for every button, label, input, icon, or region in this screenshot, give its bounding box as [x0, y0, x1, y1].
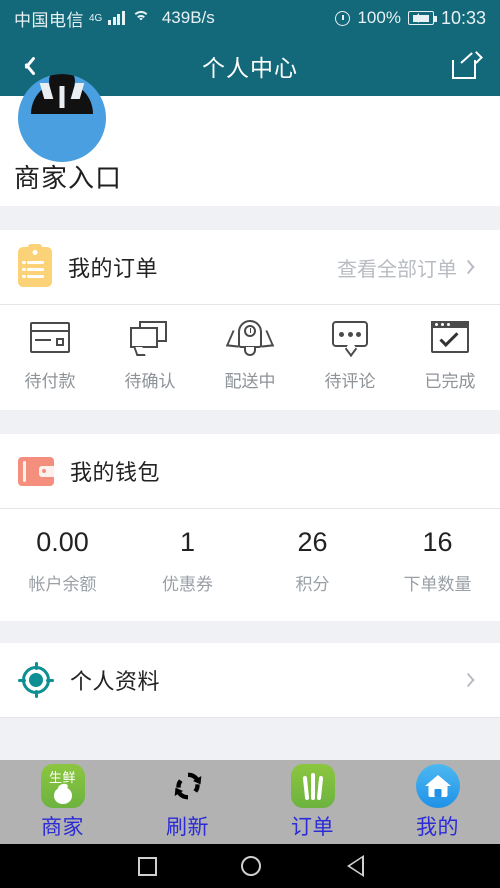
home-icon — [416, 764, 460, 808]
app-screen: 中国电信 4G 439B/s 100% 10:33 个人中心 — [0, 0, 500, 888]
view-all-orders-button[interactable]: 查看全部订单 — [337, 253, 482, 282]
personal-info-row[interactable]: 个人资料 — [0, 643, 500, 717]
personal-info-card: 个人资料 — [0, 643, 500, 718]
carrier-label: 中国电信 — [14, 6, 84, 31]
section-gap — [0, 621, 500, 643]
order-status-label: 待确认 — [125, 367, 176, 392]
tab-merchant[interactable]: 生鲜 商家 — [0, 764, 125, 841]
stat-label: 积分 — [296, 570, 330, 595]
recents-square-icon[interactable] — [138, 857, 157, 876]
order-status-strip: 待付款 待确认 配送中 待评论 — [0, 305, 500, 410]
tab-orders[interactable]: 订单 — [250, 764, 375, 841]
battery-icon — [408, 11, 434, 25]
fresh-produce-badge-text: 生鲜 — [41, 767, 85, 786]
chat-bubbles-icon — [127, 319, 173, 357]
order-status-delivering[interactable]: 配送中 — [200, 319, 300, 392]
tab-label: 商家 — [41, 811, 84, 841]
avatar[interactable] — [18, 74, 106, 162]
stat-label: 下单数量 — [404, 570, 472, 595]
divider — [0, 717, 500, 718]
personal-info-label: 个人资料 — [70, 664, 160, 696]
window-check-icon — [427, 319, 473, 357]
orders-card: 我的订单 查看全部订单 待付款 待确认 — [0, 230, 500, 410]
share-icon[interactable] — [452, 53, 482, 79]
my-orders-row[interactable]: 我的订单 查看全部订单 — [0, 230, 500, 304]
personal-info-chevron[interactable] — [471, 671, 482, 689]
section-gap — [0, 410, 500, 434]
stat-coupons[interactable]: 1 优惠券 — [125, 527, 250, 595]
chevron-right-icon — [471, 671, 482, 689]
tab-mine[interactable]: 我的 — [375, 764, 500, 841]
wallet-icon — [18, 457, 54, 486]
stat-order-count[interactable]: 16 下单数量 — [375, 527, 500, 595]
stat-points[interactable]: 26 积分 — [250, 527, 375, 595]
order-status-unpaid[interactable]: 待付款 — [0, 319, 100, 392]
network-type-label: 4G — [89, 13, 102, 24]
tab-refresh[interactable]: 刷新 — [125, 764, 250, 841]
signal-bars-icon — [108, 11, 125, 25]
order-status-completed[interactable]: 已完成 — [400, 319, 500, 392]
stat-label: 优惠券 — [162, 570, 213, 595]
order-status-uncommented[interactable]: 待评论 — [300, 319, 400, 392]
stat-label: 帐户余额 — [29, 570, 97, 595]
stat-value: 26 — [297, 527, 327, 558]
battery-percent-label: 100% — [357, 8, 400, 28]
avatar-tie — [60, 86, 65, 108]
fresh-produce-icon: 生鲜 — [41, 764, 85, 808]
wifi-icon — [132, 11, 150, 25]
clipboard-icon — [18, 247, 52, 287]
my-wallet-row[interactable]: 我的钱包 — [0, 434, 500, 508]
stat-value: 1 — [180, 527, 195, 558]
status-bar: 中国电信 4G 439B/s 100% 10:33 — [0, 0, 500, 36]
my-wallet-label: 我的钱包 — [70, 455, 160, 487]
stat-account-balance[interactable]: 0.00 帐户余额 — [0, 527, 125, 595]
order-status-label: 配送中 — [225, 367, 276, 392]
order-status-label: 待评论 — [325, 367, 376, 392]
comment-dots-icon — [327, 319, 373, 357]
network-speed-label: 439B/s — [162, 8, 215, 28]
order-chives-icon — [291, 764, 335, 808]
profile-name: 商家入口 — [14, 158, 122, 195]
status-bar-right: 100% 10:33 — [335, 8, 486, 29]
section-gap — [0, 206, 500, 230]
order-status-unconfirmed[interactable]: 待确认 — [100, 319, 200, 392]
tab-label: 我的 — [416, 811, 459, 841]
tab-label: 订单 — [291, 811, 334, 841]
my-orders-label: 我的订单 — [68, 251, 158, 283]
credit-card-icon — [27, 319, 73, 357]
stat-value: 0.00 — [36, 527, 89, 558]
stat-value: 16 — [422, 527, 452, 558]
refresh-icon — [166, 764, 210, 808]
wallet-card: 我的钱包 0.00 帐户余额 1 优惠券 26 积分 16 下单数量 — [0, 434, 500, 621]
status-bar-left: 中国电信 4G 439B/s — [14, 6, 215, 31]
order-status-label: 已完成 — [425, 367, 476, 392]
back-chevron-icon[interactable] — [18, 54, 32, 78]
chevron-right-icon — [471, 258, 482, 276]
delivery-rocket-icon — [227, 319, 273, 357]
target-crosshair-icon — [18, 662, 54, 698]
back-triangle-icon[interactable] — [345, 855, 362, 877]
tab-label: 刷新 — [166, 811, 209, 841]
bottom-tab-bar: 生鲜 商家 刷新 订单 — [0, 760, 500, 844]
home-circle-icon[interactable] — [241, 856, 261, 876]
view-all-orders-label: 查看全部订单 — [337, 253, 457, 282]
alarm-icon — [335, 11, 350, 26]
wallet-stats: 0.00 帐户余额 1 优惠券 26 积分 16 下单数量 — [0, 509, 500, 621]
order-status-label: 待付款 — [25, 367, 76, 392]
profile-section: 商家入口 — [0, 96, 500, 206]
android-nav-bar — [0, 844, 500, 888]
clock-label: 10:33 — [441, 8, 486, 29]
